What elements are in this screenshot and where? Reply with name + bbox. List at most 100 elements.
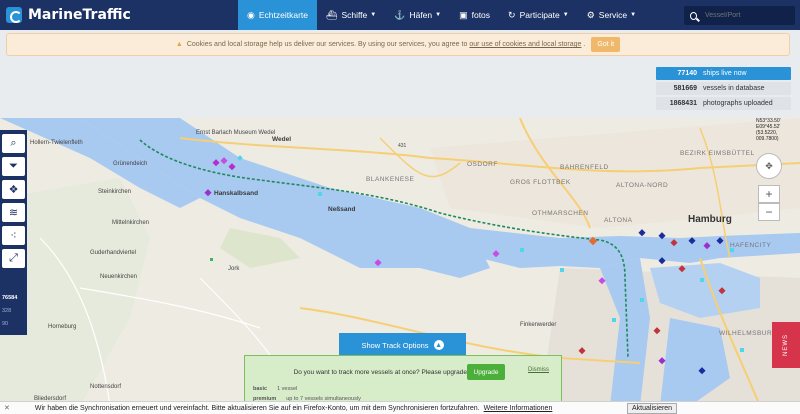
decimal-readout: (53.5220, 009.7800) [756,130,779,142]
caret-down-icon: ▼ [435,12,442,18]
toolbar-stat: 328 [2,308,12,314]
nav-label: Service [598,10,628,20]
pan-control[interactable]: ✥ [756,153,782,179]
search-icon [690,11,697,20]
coordinates-readout: N53°33.50' E09°45.52' (53.5220, 009.7800… [756,118,800,142]
got-it-button[interactable]: Got it [591,37,621,52]
district-label: ALTONA [604,217,633,224]
place-label: Hollern-Twielenfleth [30,140,83,146]
minus-icon: − [765,205,773,219]
upgrade-button[interactable]: Upgrade [467,364,505,380]
place-label: Steinkirchen [98,189,132,195]
nav-ports[interactable]: ⚓ Häfen ▼ [385,0,450,30]
place-label: Neuenkirchen [100,274,138,280]
upgrade-message: Do you want to track more vessels at onc… [293,369,467,376]
nav-photos[interactable]: ▣ fotos [450,0,499,30]
nav-label: Häfen [409,10,433,20]
place-label: Mittelnkirchen [112,220,150,226]
search-icon: ⌕ [10,137,17,149]
cookie-text: Cookies and local storage help us delive… [186,41,468,48]
nav-participate[interactable]: ↻ Participate ▼ [499,0,578,30]
plus-icon: + [765,187,773,201]
place-label: Guderhandviertel [90,250,137,256]
district-label: OTHMARSCHEN [532,210,589,217]
compass-icon: ✥ [765,160,773,171]
globe-icon: ◉ [247,9,255,20]
news-label: NEWS [783,334,789,356]
show-track-options-button[interactable]: Show Track Options ▲ [339,333,466,357]
caret-down-icon: ▼ [370,12,377,18]
district-label: OSDORF [467,161,498,168]
stat-number: 581669 [673,85,697,92]
fullscreen-tool-button[interactable]: ⤢ [2,249,25,268]
district-label: BAHRENFELD [560,164,609,171]
nav-label: fotos [471,10,491,20]
district-label: BLANKENESE [366,176,415,183]
stat-photos[interactable]: 1868431 photographs uploaded [656,97,791,110]
nav-service[interactable]: ⚙ Service ▼ [578,0,645,30]
browser-notification-bar: ✕ Wir haben die Synchronisation erneuert… [0,401,800,414]
close-icon[interactable]: ✕ [4,404,10,412]
cookie-banner: ▲ Cookies and local storage help us deli… [6,33,790,56]
stat-label: vessels in database [703,85,765,92]
track-options-label: Show Track Options [361,340,429,350]
nav-vessels[interactable]: ⛴ Schiffe ▼ [317,0,385,30]
site-stats: 77140 ships live now 581669 vessels in d… [656,67,791,112]
nav-label: Schiffe [341,10,368,20]
cookie-policy-link[interactable]: our use of cookies and local storage [469,41,581,48]
chevron-up-icon: ▲ [433,340,444,350]
fleet-tool-button[interactable]: ❖ [2,180,25,199]
upgrade-panel: Do you want to track more vessels at onc… [244,355,562,406]
toolbar-stats: 76584 328 90 [2,292,27,331]
app-name: MarineTraffic [28,7,131,23]
expand-icon: ⤢ [9,252,18,264]
news-tab[interactable]: NEWS [772,322,800,368]
filter-icon: ⏷ [9,160,18,172]
top-navbar: MarineTraffic ◉ Echtzeitkarte ⛴ Schiffe … [0,0,800,30]
district-label: HAFENCITY [730,242,772,249]
dismiss-link[interactable]: Dismiss [528,367,549,373]
zoom-out-button[interactable]: − [758,203,780,221]
poi-label: Ernst Barlach Museum Wedel [196,130,276,136]
place-label: Neßsand [328,206,356,213]
marinetraffic-logo[interactable]: MarineTraffic [6,4,131,26]
district-label: BEZIRK EIMSBÜTTEL [680,150,755,157]
nav-label: Echtzeitkarte [258,10,308,20]
more-info-link[interactable]: Weitere Informationen [484,405,553,412]
refresh-icon: ↻ [508,9,516,20]
search-box [684,6,795,25]
layers-icon: ❖ [8,184,19,196]
place-label: Jork [228,266,240,272]
nav-live-map[interactable]: ◉ Echtzeitkarte [238,0,317,30]
warning-icon: ▲ [175,41,183,48]
district-label: WILHELMSBURG [719,330,778,337]
density-tool-button[interactable]: ⁖ [2,226,25,245]
district-label: ALTONA-NORD [616,182,669,189]
road-label: 431 [398,143,407,149]
network-icon: ⁖ [10,230,17,242]
place-label: Wedel [272,136,292,143]
vessel-port-search-input[interactable] [705,12,795,19]
zoom-in-button[interactable]: + [758,185,780,203]
anchor-icon: ⚓ [394,9,406,20]
logo-icon [6,7,22,23]
cookie-text-end: . [583,41,586,48]
toolbar-stat: 90 [2,321,9,327]
update-button[interactable]: Aktualisieren [627,403,678,414]
stat-ships-live[interactable]: 77140 ships live now [656,67,791,80]
place-label: Horneburg [48,324,77,330]
search-tool-button[interactable]: ⌕ [2,134,25,153]
notification-text: Wir haben die Synchronisation erneuert u… [34,404,480,412]
plan-name: basic [253,386,268,392]
camera-icon: ▣ [459,9,468,20]
place-label: Nottensdorf [90,384,122,390]
filter-tool-button[interactable]: ⏷ [2,157,25,176]
stat-label: photographs uploaded [703,100,773,107]
main-nav: ◉ Echtzeitkarte ⛴ Schiffe ▼ ⚓ Häfen ▼ ▣ … [238,0,645,30]
stat-vessels-db[interactable]: 581669 vessels in database [656,82,791,95]
district-label: GROß FLOTTBEK [510,179,571,186]
stat-label: ships live now [703,70,747,77]
stack-icon: ≋ [8,207,19,219]
city-label-hamburg: Hamburg [688,214,732,225]
layers-tool-button[interactable]: ≋ [2,203,25,222]
